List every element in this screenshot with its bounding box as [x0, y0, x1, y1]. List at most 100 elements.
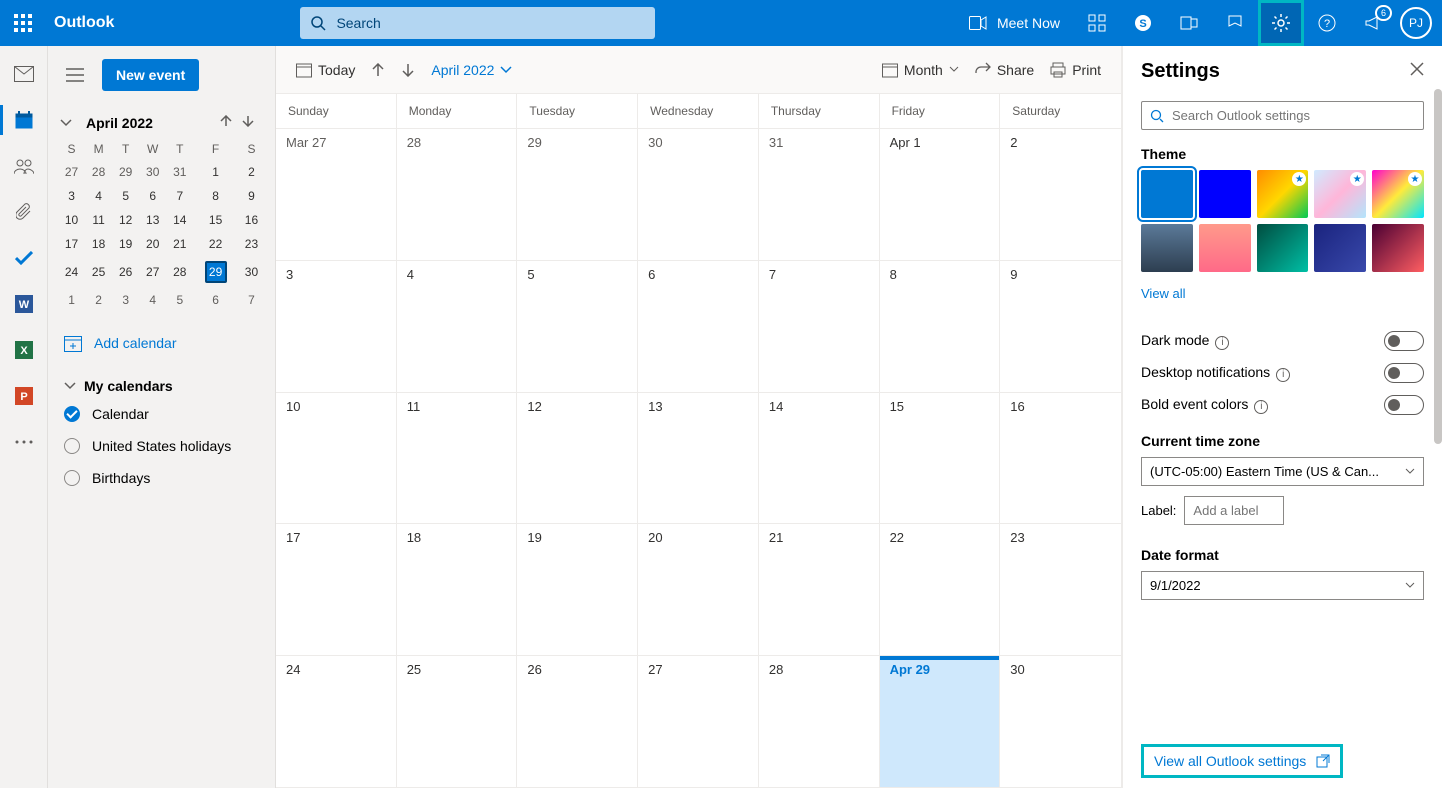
calendar-cell[interactable]: 5	[517, 261, 638, 393]
add-calendar-button[interactable]: Add calendar	[58, 330, 265, 356]
mini-cal-day[interactable]: 4	[139, 288, 166, 312]
bold-colors-toggle[interactable]	[1384, 395, 1424, 415]
calendar-item[interactable]: United States holidays	[58, 430, 265, 462]
scrollbar[interactable]	[1434, 89, 1442, 734]
theme-swatch[interactable]	[1314, 224, 1366, 272]
rail-calendar[interactable]	[12, 108, 36, 132]
mini-cal-day[interactable]: 28	[85, 160, 112, 184]
calendar-cell[interactable]: 21	[759, 524, 880, 656]
mini-cal-day[interactable]: 18	[85, 232, 112, 256]
theme-swatch[interactable]: ★	[1314, 170, 1366, 218]
next-button[interactable]	[393, 57, 423, 83]
mini-cal-day[interactable]: 3	[112, 288, 139, 312]
calendar-cell[interactable]: 9	[1000, 261, 1121, 393]
my-calendars-toggle[interactable]: My calendars	[58, 374, 265, 398]
calendar-cell[interactable]: 7	[759, 261, 880, 393]
calendar-cell[interactable]: 30	[638, 129, 759, 261]
calendar-cell[interactable]: 13	[638, 393, 759, 525]
calendar-checkbox[interactable]	[64, 470, 80, 486]
info-icon[interactable]: i	[1276, 368, 1290, 382]
mini-cal-day[interactable]: 30	[139, 160, 166, 184]
calendar-cell[interactable]: 12	[517, 393, 638, 525]
rail-excel[interactable]: X	[12, 338, 36, 362]
notifications-button[interactable]: 6	[1350, 0, 1396, 46]
calendar-cell[interactable]: 3	[276, 261, 397, 393]
calendar-cell[interactable]: Apr 1	[880, 129, 1001, 261]
theme-swatch[interactable]: ★	[1257, 170, 1309, 218]
search-input[interactable]	[336, 15, 616, 31]
calendar-cell[interactable]: 30	[1000, 656, 1121, 788]
mini-cal-day[interactable]: 8	[193, 184, 238, 208]
rail-people[interactable]	[12, 154, 36, 178]
calendar-cell[interactable]: 29	[517, 129, 638, 261]
mini-cal-day[interactable]: 21	[166, 232, 193, 256]
date-format-select[interactable]: 9/1/2022	[1141, 571, 1424, 600]
next-month-button[interactable]	[237, 114, 259, 132]
theme-swatch[interactable]	[1141, 170, 1193, 218]
calendar-cell[interactable]: 10	[276, 393, 397, 525]
calendar-cell[interactable]: 31	[759, 129, 880, 261]
theme-swatch[interactable]	[1372, 224, 1424, 272]
theme-swatch[interactable]	[1141, 224, 1193, 272]
teams-button[interactable]	[1166, 0, 1212, 46]
mini-cal-day[interactable]: 28	[166, 256, 193, 288]
tz-label-input[interactable]	[1184, 496, 1284, 525]
calendar-cell[interactable]: Mar 27	[276, 129, 397, 261]
mini-cal-day[interactable]: 3	[58, 184, 85, 208]
mini-cal-day[interactable]: 1	[58, 288, 85, 312]
calendar-cell[interactable]: 14	[759, 393, 880, 525]
mini-cal-day[interactable]: 7	[238, 288, 265, 312]
calendar-cell[interactable]: 20	[638, 524, 759, 656]
mini-cal-day[interactable]: 4	[85, 184, 112, 208]
mini-cal-day[interactable]: 11	[85, 208, 112, 232]
theme-swatch[interactable]	[1199, 224, 1251, 272]
calendar-cell[interactable]: 28	[397, 129, 518, 261]
calendar-cell[interactable]: 19	[517, 524, 638, 656]
mini-cal-day[interactable]: 25	[85, 256, 112, 288]
month-dropdown[interactable]: April 2022	[423, 56, 520, 84]
rail-files[interactable]	[12, 200, 36, 224]
mini-cal-day[interactable]: 5	[112, 184, 139, 208]
mini-cal-day[interactable]: 24	[58, 256, 85, 288]
close-settings-button[interactable]	[1410, 62, 1424, 81]
mini-cal-day[interactable]: 16	[238, 208, 265, 232]
search-box[interactable]	[300, 7, 655, 39]
calendar-cell[interactable]: 6	[638, 261, 759, 393]
theme-swatch[interactable]: ★	[1372, 170, 1424, 218]
view-all-outlook-settings-link[interactable]: View all Outlook settings	[1141, 744, 1343, 778]
mini-cal-day[interactable]: 10	[58, 208, 85, 232]
skype-button[interactable]: S	[1120, 0, 1166, 46]
mini-cal-day[interactable]: 29	[112, 160, 139, 184]
desktop-notifications-toggle[interactable]	[1384, 363, 1424, 383]
rail-more[interactable]	[12, 430, 36, 454]
mini-cal-day[interactable]: 20	[139, 232, 166, 256]
calendar-cell[interactable]: 28	[759, 656, 880, 788]
calendar-cell[interactable]: 24	[276, 656, 397, 788]
info-icon[interactable]: i	[1254, 400, 1268, 414]
mini-cal-day[interactable]: 15	[193, 208, 238, 232]
calendar-cell[interactable]: 25	[397, 656, 518, 788]
calendar-cell[interactable]: 15	[880, 393, 1001, 525]
calendar-cell[interactable]: 16	[1000, 393, 1121, 525]
theme-swatch[interactable]	[1257, 224, 1309, 272]
share-button[interactable]: Share	[967, 56, 1042, 84]
calendar-cell[interactable]: 26	[517, 656, 638, 788]
settings-search-box[interactable]	[1141, 101, 1424, 130]
view-dropdown[interactable]: Month	[874, 56, 967, 84]
my-day-button[interactable]	[1074, 0, 1120, 46]
mini-cal-day[interactable]: 23	[238, 232, 265, 256]
mini-cal-day[interactable]: 9	[238, 184, 265, 208]
mini-cal-day[interactable]: 6	[139, 184, 166, 208]
settings-search-input[interactable]	[1172, 108, 1415, 123]
view-all-themes-link[interactable]: View all	[1141, 286, 1186, 301]
mini-cal-day[interactable]: 13	[139, 208, 166, 232]
calendar-cell[interactable]: 22	[880, 524, 1001, 656]
calendar-checkbox[interactable]	[64, 438, 80, 454]
settings-button[interactable]	[1258, 0, 1304, 46]
tips-button[interactable]	[1212, 0, 1258, 46]
mini-cal-day[interactable]: 27	[58, 160, 85, 184]
rail-powerpoint[interactable]: P	[12, 384, 36, 408]
app-launcher-button[interactable]	[0, 0, 46, 46]
calendar-cell[interactable]: 4	[397, 261, 518, 393]
calendar-cell[interactable]: 2	[1000, 129, 1121, 261]
